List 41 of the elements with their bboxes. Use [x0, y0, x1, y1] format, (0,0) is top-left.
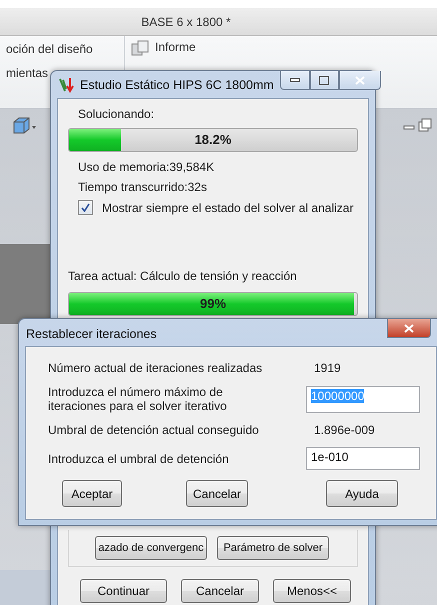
field-label: Número actual de iteraciones realizadas	[48, 361, 262, 375]
field-value: 1.896e-009	[314, 423, 376, 437]
status-label: Solucionando:	[78, 107, 156, 121]
ribbon-item[interactable]: oción del diseño	[6, 42, 93, 56]
dialog-button[interactable]: Cancelar	[181, 579, 259, 603]
elapsed-time: Tiempo transcurrido:32s	[78, 180, 208, 194]
memory-usage: Uso de memoria:39,584K	[78, 160, 216, 174]
checkbox[interactable]	[78, 200, 93, 215]
report-icon	[131, 40, 149, 56]
checkbox-label: Mostrar siempre el estado del solver al analizar	[102, 200, 354, 214]
maximize-button[interactable]	[310, 71, 339, 90]
progress-reading: 18.2%	[194, 132, 232, 147]
current-task: Tarea actual: Cálculo de tensión y reacción	[68, 269, 298, 283]
minimize-button[interactable]	[280, 71, 310, 90]
window-controls-icon[interactable]	[403, 117, 433, 133]
field-value: 1919	[314, 361, 342, 375]
close-button[interactable]	[338, 71, 381, 90]
study-icon	[58, 76, 74, 92]
view-cube-icon[interactable]	[12, 117, 38, 135]
close-icon	[354, 76, 365, 84]
dialog-button[interactable]: Cancelar	[186, 480, 248, 507]
close-button[interactable]	[387, 319, 431, 338]
field-label: Introduzca el número máximo de iteraciones para el solver iterativo	[48, 385, 228, 413]
solver-parameter-button[interactable]: Parámetro de solver	[217, 536, 329, 560]
dialog-button[interactable]: Continuar	[80, 579, 167, 603]
field-label: Umbral de detención actual conseguido	[48, 423, 259, 437]
dialog-title: Restablecer iteraciones	[26, 326, 158, 340]
convergence-button[interactable]: azado de convergenc	[95, 536, 207, 560]
close-icon	[404, 324, 414, 332]
dialog-button[interactable]: Ayuda	[326, 480, 398, 507]
maximize-icon	[319, 76, 330, 84]
window-title: BASE 6 x 1800 *	[141, 14, 231, 28]
minimize-icon	[290, 78, 300, 82]
dialog-button[interactable]: Menos<<	[273, 579, 351, 603]
field-label: Introduzca el umbral de detención	[48, 452, 230, 466]
dialog-button[interactable]: Aceptar	[62, 480, 122, 507]
ribbon-item[interactable]: Informe	[155, 40, 196, 54]
progress-reading: 99%	[198, 296, 228, 311]
ribbon-item[interactable]: mientas	[6, 66, 48, 80]
input-field[interactable]: 1e-010	[306, 447, 420, 470]
window-title: Estudio Estático HIPS 6C 1800mm	[80, 78, 274, 92]
